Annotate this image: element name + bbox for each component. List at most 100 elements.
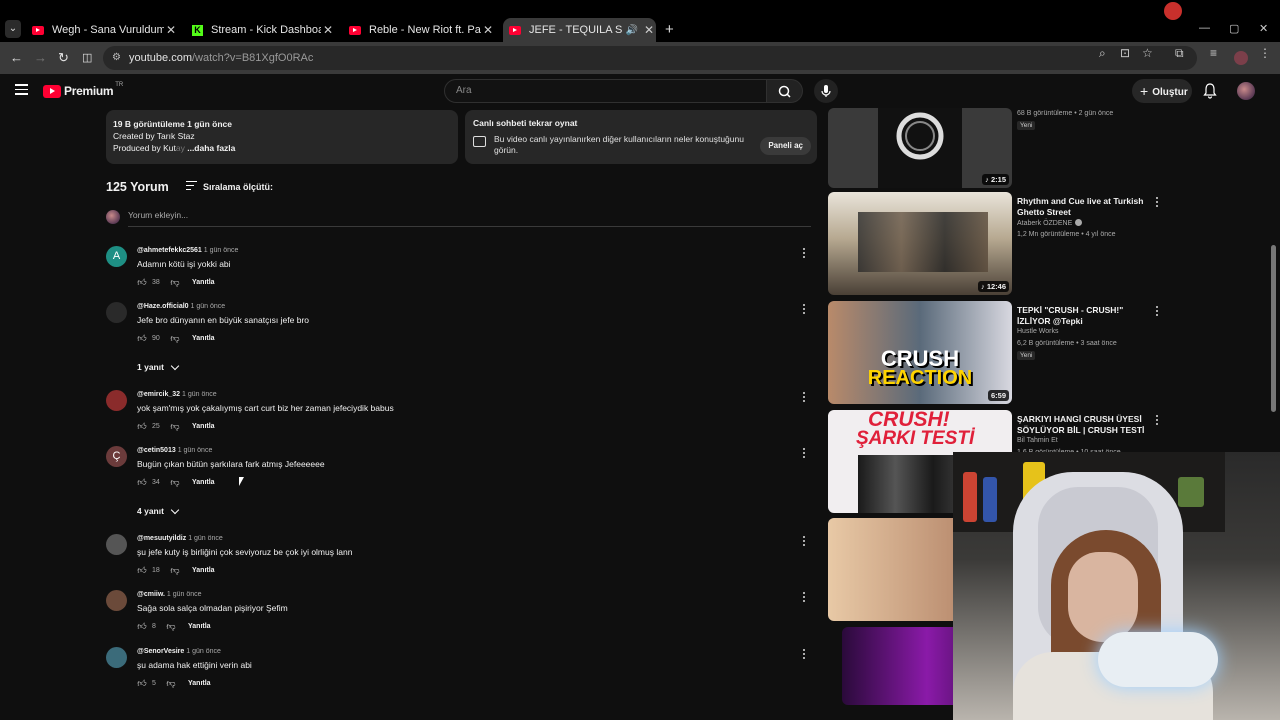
youtube-premium-logo[interactable]: Premium TR [43, 82, 123, 98]
dislike-icon[interactable]: 👎︎ [170, 333, 180, 343]
comment-time[interactable]: 1 gün önce [167, 591, 202, 598]
more-actions-icon[interactable] [803, 536, 807, 548]
account-avatar[interactable] [1237, 82, 1255, 100]
back-arrow-icon[interactable]: ← [10, 50, 23, 65]
close-icon[interactable]: ✕ [164, 23, 178, 37]
reply-button[interactable]: Yanıtla [192, 423, 215, 430]
search-input[interactable]: Ara [444, 79, 767, 103]
zoom-icon[interactable]: ⌕ [1099, 46, 1106, 61]
reply-button[interactable]: Yanıtla [192, 479, 215, 486]
reply-button[interactable]: Yanıtla [192, 335, 215, 342]
show-replies-button[interactable]: 4 yanıt [137, 505, 180, 516]
more-actions-icon[interactable] [803, 448, 807, 460]
browser-tab-3[interactable]: Reble - New Riot ft. Parimal Sha ✕ [349, 20, 495, 40]
video-thumbnail[interactable]: ♪ 12:46 [828, 192, 1012, 295]
more-actions-icon[interactable] [1156, 415, 1160, 427]
add-comment-input[interactable]: Yorum ekleyin... [128, 210, 811, 227]
reply-button[interactable]: Yanıtla [188, 623, 211, 630]
like-icon[interactable]: 👍︎ [137, 333, 147, 343]
bookmark-star-icon[interactable]: ☆ [1142, 46, 1153, 60]
reply-button[interactable]: Yanıtla [192, 567, 215, 574]
comment-time[interactable]: 1 gün önce [178, 447, 213, 454]
channel-name[interactable]: Hustle Works [1017, 328, 1059, 335]
comment-time[interactable]: 1 gün önce [191, 303, 226, 310]
browser-profile-avatar[interactable] [1234, 51, 1248, 65]
browser-tab-1[interactable]: Wegh - Sana Vuruldum / Uluba ✕ [32, 20, 178, 40]
more-actions-icon[interactable] [1156, 197, 1160, 209]
dislike-icon[interactable]: 👎︎ [170, 565, 180, 575]
menu-icon[interactable] [15, 84, 28, 98]
more-actions-icon[interactable] [803, 304, 807, 316]
media-controls-icon[interactable]: ≡ [1210, 46, 1217, 60]
like-icon[interactable]: 👍︎ [137, 565, 147, 575]
comment-author[interactable]: @mesuutyildiz [137, 535, 186, 542]
video-title[interactable]: Rhythm and Cue live at Turkish Ghetto St… [1017, 196, 1149, 218]
browser-tab-2[interactable]: K Stream - Kick Dashboard ✕ [192, 20, 335, 40]
window-close-icon[interactable]: ✕ [1259, 22, 1268, 35]
like-icon[interactable]: 👍︎ [137, 477, 147, 487]
dislike-icon[interactable]: 👎︎ [170, 421, 180, 431]
comment-time[interactable]: 1 gün önce [186, 648, 221, 655]
close-icon[interactable]: ✕ [481, 23, 495, 37]
browser-tab-4-active[interactable]: JEFE - TEQUILA SUNRISE - Y 🔊 ✕ [503, 18, 656, 42]
browser-menu-icon[interactable]: ⋮ [1259, 46, 1271, 60]
recommended-video[interactable]: ♪ 2:15 68 B görüntüleme • 2 gün önce Yen… [828, 84, 1228, 189]
new-tab-button[interactable]: + [665, 21, 674, 38]
comment-author[interactable]: @emircik_32 [137, 391, 180, 398]
like-icon[interactable]: 👍︎ [137, 421, 147, 431]
maximize-icon[interactable]: ▢ [1229, 22, 1239, 35]
site-info-icon[interactable]: ⚙ [112, 46, 121, 70]
more-actions-icon[interactable] [803, 649, 807, 661]
comment-author[interactable]: @SenorVesire [137, 648, 184, 655]
dislike-icon[interactable]: 👎︎ [166, 621, 176, 631]
minimize-icon[interactable]: — [1199, 22, 1210, 34]
video-thumbnail[interactable]: ♪ 2:15 [828, 108, 1012, 188]
close-icon[interactable]: ✕ [321, 23, 335, 37]
reply-button[interactable]: Yanıtla [188, 680, 211, 687]
channel-name[interactable]: Bil Tahmin Et [1017, 437, 1058, 444]
comment-author[interactable]: @ahmetefekkc2561 [137, 247, 202, 254]
recommended-video[interactable]: CRUSH REACTION 6:59 TEPKİ "CRUSH - CRUSH… [828, 301, 1228, 406]
like-icon[interactable]: 👍︎ [137, 277, 147, 287]
url-field[interactable]: ⚙ youtube.com/watch?v=B81XgfO0RAc [103, 46, 1197, 70]
close-icon[interactable]: ✕ [642, 23, 656, 37]
dislike-icon[interactable]: 👎︎ [166, 678, 176, 688]
video-title[interactable]: ŞARKIYI HANGİ CRUSH ÜYESİ SÖYLÜYOR BİL |… [1017, 414, 1149, 436]
comment-author[interactable]: @cetin5013 [137, 447, 176, 454]
reload-icon[interactable]: ↻ [58, 50, 69, 66]
video-description-box[interactable]: 19 B görüntüleme 1 gün önce Created by T… [106, 110, 458, 164]
side-panel-icon[interactable]: ◫ [82, 51, 92, 64]
avatar[interactable]: A [106, 246, 127, 267]
install-app-icon[interactable]: ⊡ [1120, 46, 1130, 60]
avatar[interactable] [106, 590, 127, 611]
avatar[interactable]: Ç [106, 446, 127, 467]
more-actions-icon[interactable] [803, 592, 807, 604]
comment-author[interactable]: @cmiiw. [137, 591, 165, 598]
comment-time[interactable]: 1 gün önce [182, 391, 217, 398]
tab-search-button[interactable]: ⌄ [5, 20, 21, 38]
reply-button[interactable]: Yanıtla [192, 279, 215, 286]
more-actions-icon[interactable] [803, 392, 807, 404]
search-button[interactable] [767, 79, 803, 103]
video-title[interactable]: TEPKİ "CRUSH - CRUSH!" İZLİYOR @Tepki [1017, 305, 1149, 327]
channel-name[interactable]: Ataberk ÖZDENE [1017, 219, 1083, 227]
more-actions-icon[interactable] [803, 248, 807, 260]
comment-author[interactable]: @Haze.official0 [137, 303, 189, 310]
avatar[interactable] [106, 534, 127, 555]
like-icon[interactable]: 👍︎ [137, 621, 147, 631]
dislike-icon[interactable]: 👎︎ [170, 477, 180, 487]
open-panel-button[interactable]: Paneli aç [760, 137, 811, 155]
recommended-video[interactable]: ♪ 12:46 Rhythm and Cue live at Turkish G… [828, 192, 1228, 297]
show-more-link[interactable]: ...daha fazla [187, 143, 235, 153]
video-thumbnail[interactable]: CRUSH REACTION 6:59 [828, 301, 1012, 404]
forward-arrow-icon[interactable]: → [34, 50, 47, 65]
show-replies-button[interactable]: 1 yanıt [137, 361, 180, 372]
more-actions-icon[interactable] [1156, 306, 1160, 318]
scrollbar[interactable] [1271, 245, 1276, 412]
like-icon[interactable]: 👍︎ [137, 678, 147, 688]
comment-time[interactable]: 1 gün önce [204, 247, 239, 254]
avatar[interactable] [106, 302, 127, 323]
sort-button[interactable]: Sıralama ölçütü: [186, 181, 273, 192]
avatar[interactable] [106, 647, 127, 668]
speaker-icon[interactable]: 🔊 [626, 25, 638, 36]
